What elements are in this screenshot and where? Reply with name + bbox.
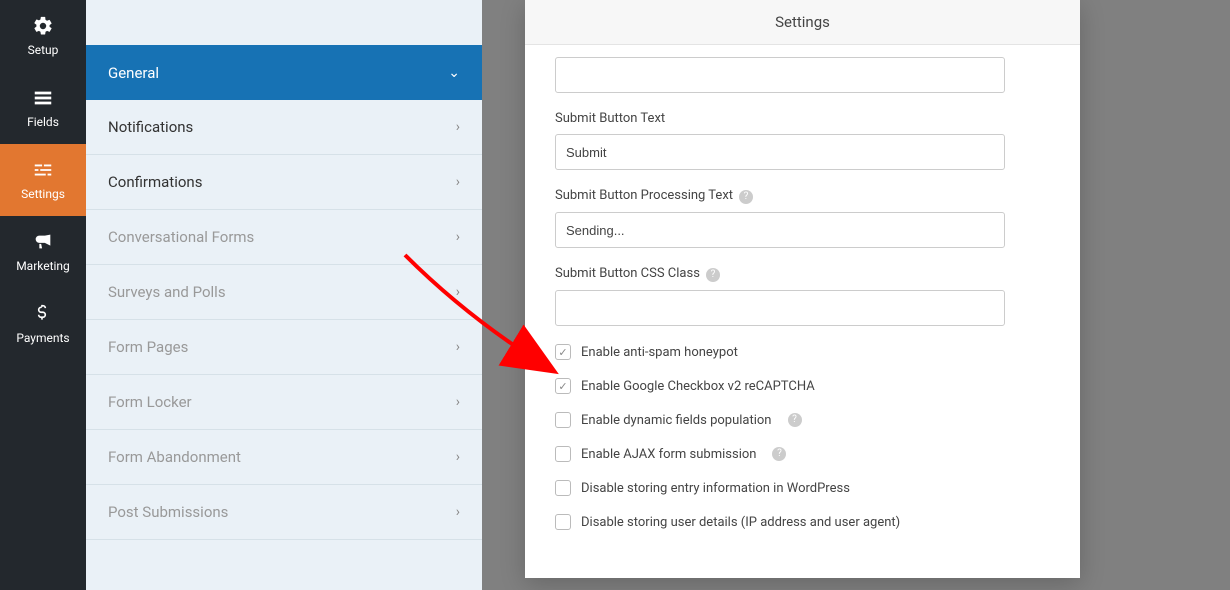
processing-label: Submit Button Processing Text? bbox=[555, 188, 1050, 204]
panel-label: Form Locker bbox=[108, 393, 192, 411]
panel-label: Confirmations bbox=[108, 173, 202, 191]
chevron-down-icon: ⌄ bbox=[448, 65, 460, 81]
submit-text-input[interactable] bbox=[555, 134, 1005, 170]
panel-item-conversational[interactable]: Conversational Forms › bbox=[86, 210, 482, 265]
nav-label: Fields bbox=[27, 115, 59, 129]
panel-item-abandonment[interactable]: Form Abandonment › bbox=[86, 430, 482, 485]
help-icon[interactable]: ? bbox=[706, 268, 720, 282]
field-submit-text: Submit Button Text bbox=[555, 111, 1050, 170]
cb-row-honeypot[interactable]: Enable anti-spam honeypot bbox=[555, 344, 1050, 360]
cb-label: Enable anti-spam honeypot bbox=[581, 345, 738, 360]
cb-label: Disable storing entry information in Wor… bbox=[581, 481, 850, 496]
blank-input[interactable] bbox=[555, 57, 1005, 93]
panel-item-notifications[interactable]: Notifications › bbox=[86, 100, 482, 155]
chevron-right-icon: › bbox=[456, 229, 460, 245]
panel-item-confirmations[interactable]: Confirmations › bbox=[86, 155, 482, 210]
nav-payments[interactable]: Payments bbox=[0, 288, 86, 360]
cb-row-disable-user[interactable]: Disable storing user details (IP address… bbox=[555, 514, 1050, 530]
cb-label: Enable Google Checkbox v2 reCAPTCHA bbox=[581, 379, 815, 394]
cb-row-disable-entry[interactable]: Disable storing entry information in Wor… bbox=[555, 480, 1050, 496]
processing-input[interactable] bbox=[555, 212, 1005, 248]
cb-row-recaptcha[interactable]: Enable Google Checkbox v2 reCAPTCHA bbox=[555, 378, 1050, 394]
nav-label: Setup bbox=[28, 43, 59, 57]
list-icon bbox=[32, 87, 54, 109]
nav-label: Settings bbox=[21, 187, 65, 201]
submit-text-label: Submit Button Text bbox=[555, 111, 1050, 126]
chevron-right-icon: › bbox=[456, 174, 460, 190]
css-label: Submit Button CSS Class? bbox=[555, 266, 1050, 282]
nav-label: Marketing bbox=[16, 259, 70, 273]
nav-label: Payments bbox=[16, 331, 69, 345]
panel-label: Surveys and Polls bbox=[108, 283, 226, 301]
nav-marketing[interactable]: Marketing bbox=[0, 216, 86, 288]
panel-item-formlocker[interactable]: Form Locker › bbox=[86, 375, 482, 430]
panel-label: Notifications bbox=[108, 118, 193, 136]
chevron-right-icon: › bbox=[456, 504, 460, 520]
checkbox-icon[interactable] bbox=[555, 378, 571, 394]
sliders-icon bbox=[32, 159, 54, 181]
settings-panel: General ⌄ Notifications › Confirmations … bbox=[86, 0, 482, 590]
panel-label: Conversational Forms bbox=[108, 228, 254, 246]
chevron-right-icon: › bbox=[456, 394, 460, 410]
css-input[interactable] bbox=[555, 290, 1005, 326]
help-icon[interactable]: ? bbox=[788, 413, 802, 427]
modal-body: Submit Button Text Submit Button Process… bbox=[525, 45, 1080, 568]
chevron-right-icon: › bbox=[456, 339, 460, 355]
chevron-right-icon: › bbox=[456, 449, 460, 465]
panel-item-general[interactable]: General ⌄ bbox=[86, 45, 482, 100]
cb-label: Enable dynamic fields population bbox=[581, 413, 772, 428]
dollar-icon bbox=[32, 303, 54, 325]
chevron-right-icon: › bbox=[456, 119, 460, 135]
panel-label: Post Submissions bbox=[108, 503, 228, 521]
nav-fields[interactable]: Fields bbox=[0, 72, 86, 144]
nav-rail: Setup Fields Settings Marketing Payments bbox=[0, 0, 86, 590]
panel-label: Form Abandonment bbox=[108, 448, 241, 466]
gear-icon bbox=[32, 15, 54, 37]
field-css-class: Submit Button CSS Class? bbox=[555, 266, 1050, 326]
cb-label: Disable storing user details (IP address… bbox=[581, 515, 900, 530]
nav-setup[interactable]: Setup bbox=[0, 0, 86, 72]
chevron-right-icon: › bbox=[456, 284, 460, 300]
checkbox-icon[interactable] bbox=[555, 412, 571, 428]
nav-settings[interactable]: Settings bbox=[0, 144, 86, 216]
checkbox-icon[interactable] bbox=[555, 514, 571, 530]
bullhorn-icon bbox=[32, 231, 54, 253]
field-processing-text: Submit Button Processing Text? bbox=[555, 188, 1050, 248]
checkbox-icon[interactable] bbox=[555, 480, 571, 496]
panel-item-formpages[interactable]: Form Pages › bbox=[86, 320, 482, 375]
panel-item-surveys[interactable]: Surveys and Polls › bbox=[86, 265, 482, 320]
checkbox-icon[interactable] bbox=[555, 446, 571, 462]
cb-row-ajax[interactable]: Enable AJAX form submission ? bbox=[555, 446, 1050, 462]
field-blank bbox=[555, 57, 1050, 93]
checkbox-icon[interactable] bbox=[555, 344, 571, 360]
panel-label: General bbox=[108, 64, 159, 82]
cb-row-dynamic[interactable]: Enable dynamic fields population ? bbox=[555, 412, 1050, 428]
help-icon[interactable]: ? bbox=[772, 447, 786, 461]
panel-item-postsubmissions[interactable]: Post Submissions › bbox=[86, 485, 482, 540]
help-icon[interactable]: ? bbox=[739, 190, 753, 204]
modal-title: Settings bbox=[525, 0, 1080, 45]
panel-label: Form Pages bbox=[108, 338, 188, 356]
cb-label: Enable AJAX form submission bbox=[581, 447, 756, 462]
settings-modal: Settings Submit Button Text Submit Butto… bbox=[525, 0, 1080, 578]
